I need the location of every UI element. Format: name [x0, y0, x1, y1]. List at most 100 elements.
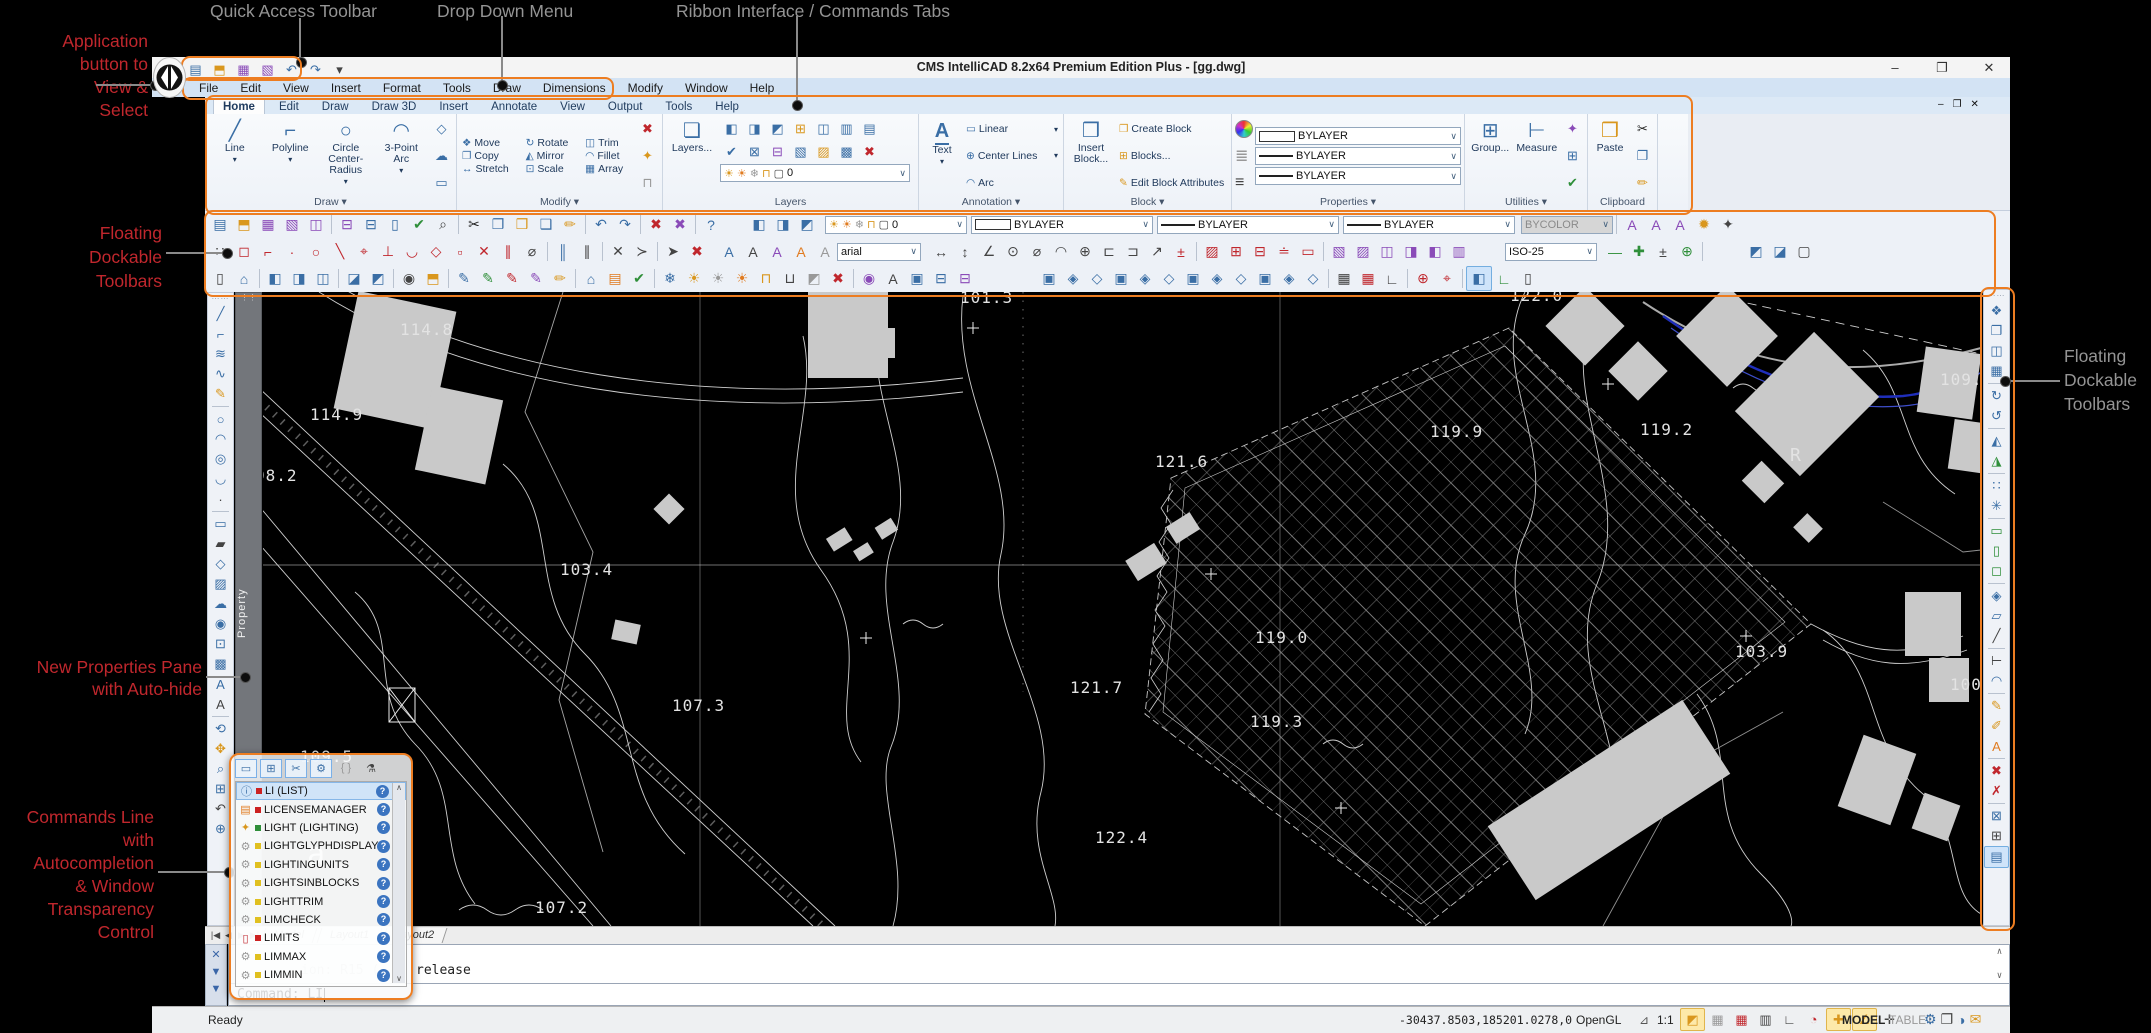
- solid-icon[interactable]: ▰: [209, 534, 232, 554]
- close-button[interactable]: ✕: [1969, 57, 2009, 78]
- offset-icon[interactable]: ◫: [1985, 341, 2008, 361]
- edit-red-icon[interactable]: ✎: [500, 267, 524, 290]
- toolbar-grip[interactable]: ⋯⋯: [212, 296, 230, 304]
- layer-delete-icon[interactable]: ✖: [826, 267, 850, 290]
- dim-line-icon[interactable]: —: [1603, 240, 1627, 263]
- suggestion-licensemanager[interactable]: ▤LICENSEMANAGER?: [236, 800, 406, 818]
- erase-icon[interactable]: ✖: [1985, 761, 2008, 781]
- ribbon-edit-attributes-button[interactable]: ✎Edit Block Attributes: [1117, 177, 1228, 189]
- ribbon-move-button[interactable]: ❖Move: [460, 137, 520, 149]
- menu-format[interactable]: Format: [374, 80, 430, 96]
- color-wheel-icon[interactable]: [1235, 120, 1253, 138]
- restore-button[interactable]: ❐: [1922, 57, 1962, 78]
- view-perspective-icon[interactable]: ◈: [1277, 267, 1301, 290]
- named-view-icon[interactable]: ⊕: [1411, 267, 1435, 290]
- donut-icon[interactable]: ◉: [209, 614, 232, 634]
- help-badge[interactable]: ?: [377, 877, 390, 890]
- dim-edit-icon[interactable]: ◧: [1423, 240, 1447, 263]
- text-a-icon[interactable]: A: [881, 267, 905, 290]
- view-bottom-icon[interactable]: ◈: [1061, 267, 1085, 290]
- layer-previous-icon[interactable]: ◧: [747, 213, 771, 236]
- settings-icon[interactable]: ⚙: [1924, 1011, 1937, 1028]
- suggestion-lightsinblocks[interactable]: ⚙LIGHTSINBLOCKS?: [236, 874, 406, 892]
- lineweight-combo[interactable]: BYLAYER∨: [1343, 216, 1515, 234]
- spotlight-icon[interactable]: ✦: [1716, 213, 1740, 236]
- layer-lock-icon[interactable]: ⊓: [754, 267, 778, 290]
- dim-reassociate-icon[interactable]: ▥: [1447, 240, 1471, 263]
- line-icon[interactable]: ╱: [209, 304, 232, 324]
- merge-icon[interactable]: ▤: [858, 118, 881, 139]
- tab-edit[interactable]: Edit: [270, 100, 308, 114]
- suggestion-limmax[interactable]: ⚙LIMMAX?: [236, 948, 406, 966]
- angle-icon[interactable]: ∟: [1492, 267, 1516, 290]
- stretch-icon[interactable]: ▯: [1985, 541, 2008, 561]
- fillet-icon[interactable]: ◠: [1985, 671, 2008, 691]
- ribbon-arc-button[interactable]: ◠Arc: [964, 177, 1060, 189]
- suggestion-lightingunits[interactable]: ⚙LIGHTINGUNITS?: [236, 856, 406, 874]
- revision-cloud-icon[interactable]: ☁: [430, 145, 453, 166]
- mirror-icon[interactable]: ◭: [1985, 431, 2008, 451]
- view-top-icon[interactable]: ▣: [1037, 267, 1061, 290]
- view-left-icon[interactable]: ◇: [1085, 267, 1109, 290]
- dim-style-2-icon[interactable]: ◨: [1399, 240, 1423, 263]
- dim-style-1-icon[interactable]: ◫: [1375, 240, 1399, 263]
- menu-file[interactable]: File: [190, 80, 227, 96]
- camera-icon[interactable]: ◉: [397, 267, 421, 290]
- explode-icon[interactable]: ⊠: [1985, 806, 2008, 826]
- menu-edit[interactable]: Edit: [231, 80, 270, 96]
- xref-icon[interactable]: ⊞: [1985, 826, 2008, 846]
- plotstyle-combo[interactable]: BYCOLOR∨: [1521, 216, 1613, 234]
- linetype-combo[interactable]: BYLAYER∨: [1157, 216, 1339, 234]
- tab-tools[interactable]: Tools: [656, 100, 701, 114]
- view-right-icon[interactable]: ▣: [1109, 267, 1133, 290]
- doc-close-button[interactable]: ✕: [1971, 99, 1979, 110]
- plot-icon[interactable]: ⊟: [359, 213, 383, 236]
- toolbar-grip[interactable]: ⋯⋯: [1988, 293, 2006, 301]
- help-badge[interactable]: ?: [377, 821, 390, 834]
- undo-view-icon[interactable]: ⟲: [209, 719, 232, 739]
- grid-snap-icon[interactable]: ▦: [1356, 267, 1380, 290]
- dim-text-center-icon[interactable]: ≐: [1272, 240, 1296, 263]
- dim-continue-icon[interactable]: ⊐: [1121, 240, 1145, 263]
- unlock-icon[interactable]: ⊓: [636, 172, 659, 193]
- delete-icon[interactable]: ⊠: [743, 141, 766, 162]
- mtext-icon[interactable]: A: [209, 694, 232, 714]
- suggestion-li[interactable]: ⓘLI (LIST)?: [236, 782, 406, 800]
- menu-insert[interactable]: Insert: [322, 80, 370, 96]
- application-button[interactable]: [153, 57, 186, 98]
- open-icon[interactable]: ⬒: [208, 59, 231, 80]
- etransmit-icon[interactable]: ✔: [627, 267, 651, 290]
- snap-line-icon[interactable]: ╲: [328, 240, 352, 263]
- find-icon[interactable]: ⌕: [431, 213, 455, 236]
- spell-icon[interactable]: ✔: [407, 213, 431, 236]
- polygon-icon[interactable]: ◇: [209, 554, 232, 574]
- view-nw-iso-icon[interactable]: ▣: [1253, 267, 1277, 290]
- ribbon-3-point-button[interactable]: ◠3-Point Arc▾: [375, 116, 429, 196]
- ribbon-copy-button[interactable]: ❐Copy: [460, 150, 520, 162]
- ribbon-fillet-button[interactable]: ◠Fillet: [583, 150, 634, 162]
- dim-radius-icon[interactable]: ⊙: [1001, 240, 1025, 263]
- ucs-icon-icon[interactable]: ∟: [1380, 267, 1404, 290]
- dim-text-home-icon[interactable]: ▭: [1296, 240, 1320, 263]
- open-icon[interactable]: ⬒: [232, 213, 256, 236]
- scroll-down-icon[interactable]: ∨: [1997, 971, 2002, 981]
- color-combo[interactable]: BYLAYER∨: [971, 216, 1153, 234]
- transparency-button[interactable]: ⚗: [360, 759, 382, 778]
- erase-icon[interactable]: ✖: [644, 213, 668, 236]
- ribbon-text-button[interactable]: AText▾: [922, 116, 962, 196]
- help-badge[interactable]: ?: [377, 950, 390, 963]
- help-badge[interactable]: ?: [377, 840, 390, 853]
- text-find-icon[interactable]: A: [813, 240, 837, 263]
- doc-restore-button[interactable]: ❐: [1953, 99, 1962, 110]
- help-icon[interactable]: ?: [699, 213, 723, 236]
- save-icon[interactable]: ▦: [232, 59, 255, 80]
- edit-spline-icon[interactable]: ✐: [1985, 716, 2008, 736]
- plot-preview-icon[interactable]: ⊟: [335, 213, 359, 236]
- tab-annotate[interactable]: Annotate: [482, 100, 546, 114]
- mail-icon[interactable]: ✉: [1970, 1011, 1982, 1028]
- ellipse-icon[interactable]: ◎: [209, 449, 232, 469]
- purge-icon[interactable]: ✖: [858, 141, 881, 162]
- layer-combo[interactable]: ☀☀❄⊓▢0∨: [720, 164, 910, 182]
- join-icon[interactable]: ✦: [636, 145, 659, 166]
- suggestion-lightglyphdisplay[interactable]: ⚙LIGHTGLYPHDISPLAY?: [236, 837, 406, 855]
